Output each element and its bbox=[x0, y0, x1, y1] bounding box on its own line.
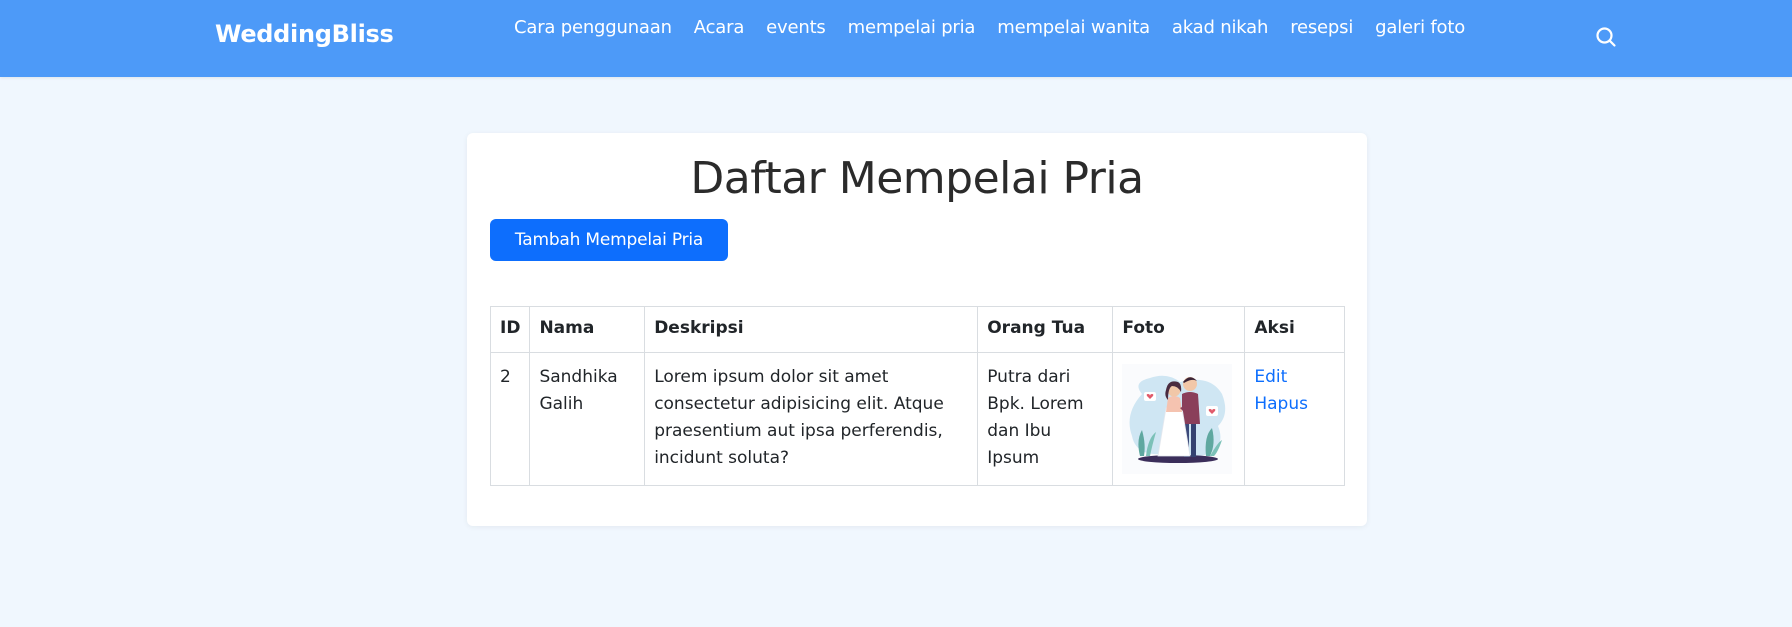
nav-link-resepsi[interactable]: resepsi bbox=[1290, 17, 1353, 38]
table-row: 2 Sandhika Galih Lorem ipsum dolor sit a… bbox=[489, 352, 1345, 486]
header-aksi: Aksi bbox=[1244, 306, 1345, 353]
nav-link-acara[interactable]: Acara bbox=[694, 17, 745, 38]
nav-item: mempelai wanita bbox=[997, 17, 1150, 38]
header-id: ID bbox=[489, 306, 531, 353]
header-foto: Foto bbox=[1112, 306, 1246, 353]
cell-aksi: Edit Hapus bbox=[1244, 352, 1345, 486]
nav-link-mempelai-pria[interactable]: mempelai pria bbox=[848, 17, 976, 38]
nav-item: Acara bbox=[694, 17, 745, 38]
nav-item: Cara penggunaan bbox=[514, 17, 672, 38]
nav-item: events bbox=[766, 17, 826, 38]
cell-foto bbox=[1112, 352, 1246, 486]
delete-link[interactable]: Hapus bbox=[1254, 391, 1335, 418]
nav-menu: Cara penggunaan Acara events mempelai pr… bbox=[514, 17, 1487, 38]
add-groom-button[interactable]: Tambah Mempelai Pria bbox=[490, 219, 728, 261]
search-icon[interactable] bbox=[1594, 25, 1618, 49]
nav-item: resepsi bbox=[1290, 17, 1353, 38]
nav-item: mempelai pria bbox=[848, 17, 976, 38]
header-orang-tua: Orang Tua bbox=[977, 306, 1114, 353]
brand-logo[interactable]: WeddingBliss bbox=[215, 20, 394, 48]
nav-item: galeri foto bbox=[1375, 17, 1465, 38]
page-title: Daftar Mempelai Pria bbox=[690, 153, 1144, 204]
couple-photo bbox=[1122, 364, 1233, 474]
cell-nama: Sandhika Galih bbox=[529, 352, 646, 486]
nav-link-cara-penggunaan[interactable]: Cara penggunaan bbox=[514, 17, 672, 38]
cell-deskripsi: Lorem ipsum dolor sit amet consectetur a… bbox=[644, 352, 979, 486]
nav-link-galeri-foto[interactable]: galeri foto bbox=[1375, 17, 1465, 38]
header-nama: Nama bbox=[529, 306, 646, 353]
edit-link[interactable]: Edit bbox=[1254, 364, 1335, 391]
nav-link-mempelai-wanita[interactable]: mempelai wanita bbox=[997, 17, 1150, 38]
nav-link-akad-nikah[interactable]: akad nikah bbox=[1172, 17, 1268, 38]
groom-table: ID Nama Deskripsi Orang Tua Foto Aksi 2 … bbox=[489, 306, 1345, 486]
cell-orang-tua: Putra dari Bpk. Lorem dan Ibu Ipsum bbox=[977, 352, 1114, 486]
header-deskripsi: Deskripsi bbox=[644, 306, 979, 353]
table-header-row: ID Nama Deskripsi Orang Tua Foto Aksi bbox=[489, 306, 1345, 353]
nav-link-events[interactable]: events bbox=[766, 17, 826, 38]
top-navbar: WeddingBliss Cara penggunaan Acara event… bbox=[0, 0, 1792, 77]
cell-id: 2 bbox=[489, 352, 531, 486]
nav-item: akad nikah bbox=[1172, 17, 1268, 38]
content-card: Daftar Mempelai Pria Tambah Mempelai Pri… bbox=[467, 133, 1367, 526]
